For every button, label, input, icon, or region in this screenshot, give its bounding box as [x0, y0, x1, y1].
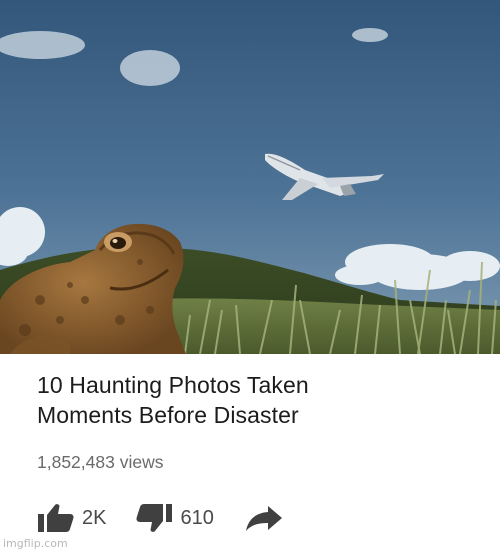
view-count: 1,852,483 views: [37, 452, 164, 472]
thumbs-up-icon: [37, 503, 75, 533]
dislike-button[interactable]: 610: [135, 503, 214, 533]
action-bar: 2K 610: [37, 500, 284, 536]
share-button[interactable]: [244, 504, 284, 532]
like-button[interactable]: 2K: [37, 503, 106, 533]
video-thumbnail[interactable]: [0, 0, 500, 354]
thumbs-down-icon: [135, 503, 173, 533]
thumbnail-image: [0, 0, 500, 354]
video-title[interactable]: 10 Haunting Photos Taken Moments Before …: [37, 370, 477, 430]
video-title-line-1: 10 Haunting Photos Taken: [37, 372, 309, 398]
video-title-line-2: Moments Before Disaster: [37, 402, 299, 428]
dislike-count: 610: [180, 506, 214, 529]
share-arrow-icon: [244, 504, 284, 532]
watermark: imgflip.com: [3, 537, 68, 550]
like-count: 2K: [82, 506, 107, 529]
video-info-panel: 10 Haunting Photos Taken Moments Before …: [0, 354, 500, 554]
